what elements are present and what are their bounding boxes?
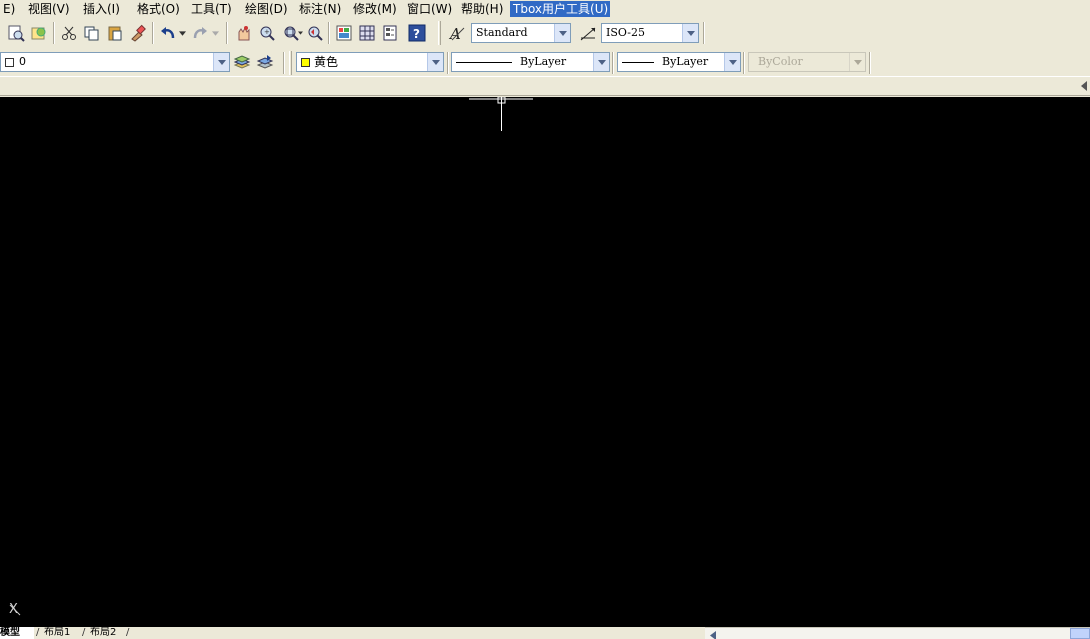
standard-toolbar: + ? A Standard ISO-25 <box>0 18 1090 48</box>
color-value: 黄色 <box>314 55 339 69</box>
horizontal-scrollbar[interactable] <box>705 627 1090 639</box>
chevron-down-icon[interactable] <box>724 53 740 71</box>
zoom-realtime-icon[interactable]: + <box>257 23 277 43</box>
lineweight-value: ByLayer <box>662 55 709 68</box>
help-icon[interactable]: ? <box>407 23 427 43</box>
pan-icon[interactable] <box>233 23 253 43</box>
text-style-icon[interactable]: A <box>447 23 467 43</box>
scroll-thumb[interactable] <box>1070 628 1090 639</box>
tab-model[interactable]: 模型 <box>0 627 34 639</box>
dim-style-select[interactable]: ISO-25 <box>601 23 699 43</box>
toolbar-separator <box>53 22 55 44</box>
svg-text:?: ? <box>413 27 420 41</box>
tab-separator: / <box>126 627 130 638</box>
lineweight-select[interactable]: ByLayer <box>617 52 741 72</box>
ucs-x-axis-label: X <box>9 602 18 617</box>
layer-value: 0 <box>19 55 26 68</box>
toolbar-separator <box>703 22 705 44</box>
svg-text:+: + <box>264 28 270 36</box>
chevron-down-icon[interactable] <box>213 53 229 71</box>
chevron-down-icon[interactable] <box>554 24 570 42</box>
tab-separator: / <box>82 627 86 638</box>
toolbar-separator <box>152 22 154 44</box>
plotstyle-select: ByColor <box>748 52 866 72</box>
menu-insert[interactable]: 插入(I) <box>80 1 123 17</box>
menu-tools[interactable]: 工具(T) <box>188 1 235 17</box>
toolbar-separator <box>283 52 285 74</box>
tab-layout2[interactable]: 布局2 <box>90 627 116 639</box>
paste-icon[interactable] <box>105 23 125 43</box>
text-style-select[interactable]: Standard <box>471 23 571 43</box>
color-select[interactable]: 黄色 <box>296 52 444 72</box>
drawing-area[interactable]: X <box>0 97 1090 627</box>
preview-icon[interactable] <box>6 23 26 43</box>
crosshair-cursor <box>9 97 533 616</box>
tab-separator: / <box>36 627 40 638</box>
scroll-left-icon[interactable] <box>708 629 718 639</box>
linetype-select[interactable]: ByLayer <box>451 52 610 72</box>
dim-style-icon[interactable] <box>578 23 598 43</box>
toolpalette-icon[interactable] <box>380 23 400 43</box>
menu-bar: E) 视图(V) 插入(I) 格式(O) 工具(T) 绘图(D) 标注(N) 修… <box>0 0 1090 18</box>
menu-window[interactable]: 窗口(W) <box>404 1 455 17</box>
copy-icon[interactable] <box>82 23 102 43</box>
toolbar-separator <box>226 22 228 44</box>
menu-format[interactable]: 格式(O) <box>134 1 183 17</box>
matchprop-icon[interactable] <box>128 23 148 43</box>
menu-dimension[interactable]: 标注(N) <box>296 1 344 17</box>
chevron-down-icon <box>849 53 865 71</box>
redo-dropdown-icon[interactable] <box>210 23 220 43</box>
collapse-arrow-icon[interactable] <box>1081 80 1087 94</box>
zoom-previous-icon[interactable] <box>305 23 325 43</box>
undo-dropdown-icon[interactable] <box>177 23 187 43</box>
plotstyle-value: ByColor <box>758 55 803 68</box>
menu-tbox-tools[interactable]: Tbox用户工具(U) <box>510 1 610 17</box>
toolbar-grip[interactable] <box>289 51 292 75</box>
color-swatch-icon <box>301 58 310 67</box>
menu-edit[interactable]: E) <box>0 1 18 17</box>
zoom-flyout-icon[interactable] <box>296 23 304 43</box>
layers-properties-toolbar: 0 黄色 ByLayer ByLayer ByColor <box>0 48 1090 76</box>
properties-icon[interactable] <box>334 23 354 43</box>
menu-draw[interactable]: 绘图(D) <box>242 1 291 17</box>
chevron-down-icon[interactable] <box>593 53 609 71</box>
chevron-down-icon[interactable] <box>682 24 698 42</box>
menu-help[interactable]: 帮助(H) <box>458 1 506 17</box>
toolbar-separator <box>612 52 614 74</box>
layer-manager-icon[interactable] <box>232 52 252 72</box>
toolbar-separator <box>869 52 871 74</box>
dim-style-value: ISO-25 <box>606 26 646 39</box>
toolbar-separator <box>447 52 449 74</box>
tab-layout1[interactable]: 布局1 <box>44 627 70 639</box>
layer-previous-icon[interactable] <box>255 52 275 72</box>
lineweight-preview <box>622 61 654 63</box>
designcenter-icon[interactable] <box>357 23 377 43</box>
menu-view[interactable]: 视图(V) <box>25 1 73 17</box>
docked-bar <box>0 76 1090 96</box>
layer-color-icon <box>5 57 14 67</box>
undo-icon[interactable] <box>158 23 178 43</box>
cut-icon[interactable] <box>59 23 79 43</box>
layer-select[interactable]: 0 <box>0 52 230 72</box>
text-style-value: Standard <box>476 26 528 39</box>
linetype-value: ByLayer <box>520 55 567 68</box>
toolbar-separator <box>743 52 745 74</box>
linetype-preview <box>456 61 512 63</box>
publish-icon[interactable] <box>29 23 49 43</box>
toolbar-separator <box>328 22 330 44</box>
redo-icon[interactable] <box>190 23 210 43</box>
chevron-down-icon[interactable] <box>427 53 443 71</box>
toolbar-grip[interactable] <box>438 21 441 45</box>
menu-modify[interactable]: 修改(M) <box>350 1 400 17</box>
